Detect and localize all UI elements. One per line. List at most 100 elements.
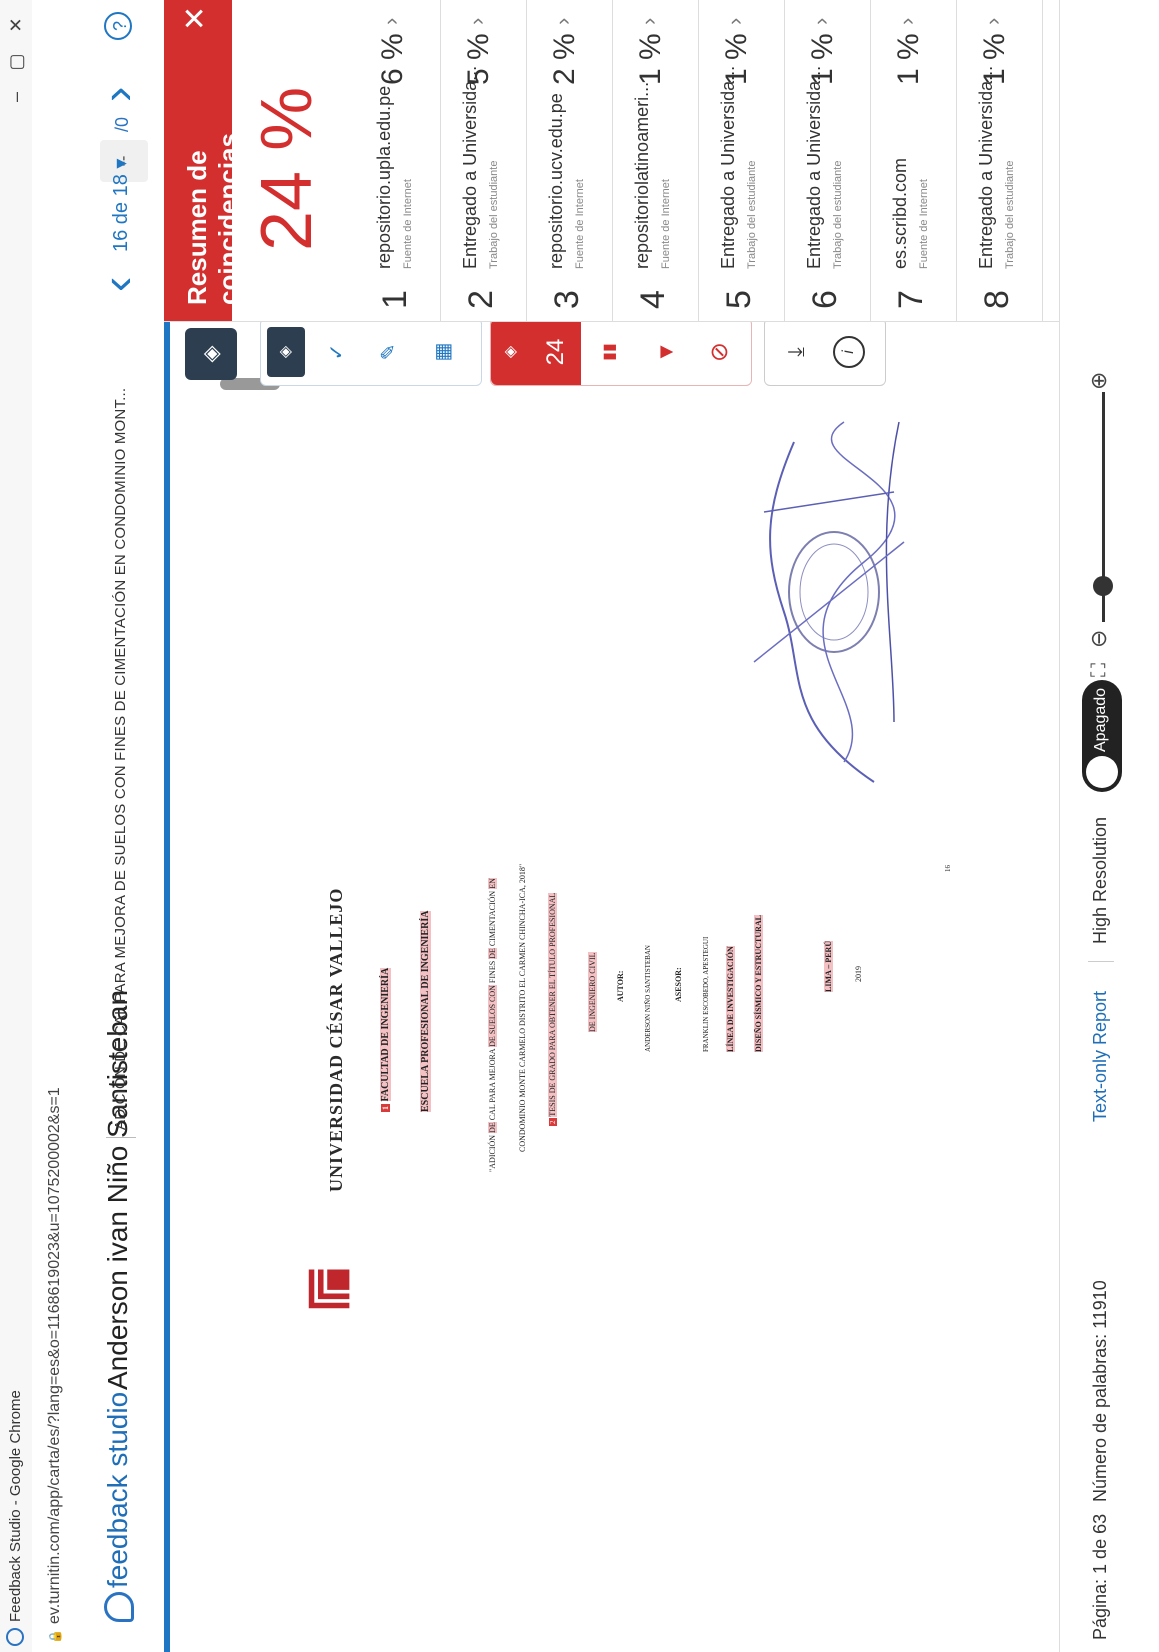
- layers-button[interactable]: ◈: [185, 328, 237, 380]
- zoom-slider-handle[interactable]: [1093, 576, 1113, 596]
- match-source-type: Fuente de Internet: [574, 179, 586, 269]
- chevron-right-icon[interactable]: ›: [808, 18, 834, 25]
- download-icon[interactable]: ⤓: [771, 319, 821, 385]
- info-icon[interactable]: i: [833, 336, 865, 368]
- edit-note-icon[interactable]: ✎: [369, 327, 409, 377]
- match-row[interactable]: 3 repositorio.ucv.edu.pe Fuente de Interne…: [532, 0, 613, 321]
- lock-icon: 🔒: [48, 1629, 62, 1644]
- match-percent: 1 %: [806, 33, 839, 85]
- title-highlight: DE: [488, 948, 497, 959]
- filter-icon[interactable]: ▼: [641, 319, 691, 385]
- match-breakdown-icon[interactable]: ▮▮: [585, 319, 635, 385]
- match-row[interactable]: 8 Entregado a Universida... Trabajo del es…: [962, 0, 1043, 321]
- match-overview-panel: Resumen de coincidencias ✕ 24 % 1 reposit…: [164, 0, 1059, 322]
- next-match-icon[interactable]: ›: [90, 87, 144, 102]
- url-text[interactable]: ev.turnitin.com/app/carta/es/?lang=es&o=…: [46, 1087, 64, 1624]
- match-source: es.scribd.com: [890, 157, 910, 269]
- advisor-name: FRANKLIN ESCOBEDO, APESTEGUI: [702, 936, 710, 1052]
- match-counter[interactable]: 16 de 18 ▾: [108, 159, 133, 252]
- brand-name: feedback studio: [102, 1391, 133, 1588]
- page-indicator: Página: 1 de 63: [1090, 1513, 1110, 1640]
- match-source: Entregado a Universida...: [976, 65, 996, 269]
- rotated-screen: Feedback Studio - Google Chrome – ▢ ✕ 🔒 …: [0, 0, 1159, 1652]
- place-line: LIMA – PERÚ: [824, 940, 833, 992]
- chevron-right-icon[interactable]: ›: [550, 18, 576, 25]
- minimize-button[interactable]: –: [2, 82, 30, 112]
- chevron-right-icon[interactable]: ›: [894, 18, 920, 25]
- match-source-type: Trabajo del estudiante: [488, 160, 500, 269]
- title-highlight: EN: [488, 878, 497, 889]
- chevron-right-icon[interactable]: ›: [722, 18, 748, 25]
- match-source-type: Trabajo del estudiante: [1004, 160, 1016, 269]
- zoom-in-icon[interactable]: ⊕: [1086, 372, 1112, 390]
- help-icon[interactable]: ?: [104, 12, 132, 40]
- fullscreen-icon[interactable]: ⛶: [1088, 663, 1111, 677]
- match-row[interactable]: 4 repositoriolatinoameri... Fuente de Inte…: [618, 0, 699, 321]
- degree-line: DE INGENIERO CIVIL: [588, 952, 597, 1032]
- match-percent: 1 %: [892, 33, 925, 85]
- match-row[interactable]: 7 es.scribd.com Fuente de Internet 1 % ›: [876, 0, 957, 321]
- high-resolution-toggle[interactable]: Apagado: [1082, 680, 1122, 792]
- grading-tool-group: ◈ ✓ ✎ ▦: [260, 318, 482, 386]
- faculty-line: 1 FACULTAD DE INGENIERÍA: [380, 967, 391, 1112]
- match-list-scroll: [342, 0, 360, 321]
- match-row[interactable]: 1 repositorio.upla.edu.pe Fuente de Intern…: [360, 0, 441, 321]
- browser-title-bar: Feedback Studio - Google Chrome – ▢ ✕: [0, 0, 33, 1652]
- toggle-knob: [1086, 756, 1118, 788]
- layer-toggle-icon[interactable]: ◈: [267, 327, 305, 377]
- match-percent: 5 %: [462, 33, 495, 85]
- thesis-text: TESIS DE GRADO PARA OBTENER EL TÍTULO PR…: [548, 892, 557, 1117]
- previous-match-icon[interactable]: ‹: [90, 277, 144, 292]
- title-text: CIMENTACIÓN: [488, 888, 497, 949]
- match-percent: 2 %: [548, 33, 581, 85]
- match-source-type: Trabajo del estudiante: [832, 160, 844, 269]
- school-name: ESCUELA PROFESIONAL DE INGENIERÍA: [420, 910, 431, 1112]
- degree-text: DE INGENIERO CIVIL: [588, 952, 597, 1032]
- match-source: Entregado a Universida...: [804, 65, 824, 269]
- rubric-grid-icon[interactable]: ▦: [423, 327, 463, 377]
- match-number: 6: [806, 290, 844, 309]
- document-viewer[interactable]: UNIVERSIDAD CÉSAR VALLEJO 1 FACULTAD DE …: [170, 390, 1060, 1652]
- title-text: CAL PARA MEJORA: [488, 1046, 497, 1123]
- text-only-report-link[interactable]: Text-only Report: [1090, 991, 1111, 1122]
- app-header: feedback studio Anderson ivan Niño Santi…: [80, 0, 170, 1652]
- header-divider: [106, 1137, 136, 1138]
- match-row[interactable]: 6 Entregado a Universida... Trabajo del es…: [790, 0, 871, 321]
- advisor-label: ASESOR:: [674, 967, 683, 1002]
- match-number: 7: [892, 290, 930, 309]
- chevron-right-icon[interactable]: ›: [636, 18, 662, 25]
- high-resolution-label: High Resolution: [1090, 816, 1110, 944]
- word-count: Número de palabras: 11910: [1090, 1280, 1110, 1502]
- panel-close-icon[interactable]: ✕: [178, 6, 213, 31]
- match-row[interactable]: 2 Entregado a Universida... Trabajo del es…: [446, 0, 527, 321]
- match-source-type: Fuente de Internet: [918, 179, 930, 269]
- document-page: UNIVERSIDAD CÉSAR VALLEJO 1 FACULTAD DE …: [184, 390, 1004, 1612]
- close-window-button[interactable]: ✕: [2, 10, 30, 40]
- similarity-tool-group: ◈ 24 ▮▮ ▼ ⊘: [490, 318, 752, 386]
- exclude-sources-icon[interactable]: ⊘: [695, 319, 745, 385]
- address-bar[interactable]: 🔒 ev.turnitin.com/app/carta/es/?lang=es&…: [32, 0, 81, 1652]
- chevron-right-icon[interactable]: ›: [980, 18, 1006, 25]
- utility-tool-group: ⤓ i: [764, 318, 886, 386]
- school-line: ESCUELA PROFESIONAL DE INGENIERÍA: [420, 910, 431, 1112]
- match-number: 5: [720, 290, 758, 309]
- panel-header: Resumen de coincidencias ✕: [164, 0, 243, 321]
- match-row[interactable]: 5 Entregado a Universida... Trabajo del es…: [704, 0, 785, 321]
- zoom-out-icon[interactable]: ⊖: [1086, 630, 1112, 648]
- document-title: ADICIÓN DE CAL PARA MEJORA DE SUELOS CON…: [112, 387, 129, 1130]
- match-source-type: Fuente de Internet: [402, 179, 414, 269]
- match-source: repositoriolatinoameri...: [632, 81, 652, 269]
- status-divider: [1088, 961, 1114, 962]
- chevron-right-icon[interactable]: ›: [378, 18, 404, 25]
- research-label: LÍNEA DE INVESTIGACIÓN: [726, 946, 735, 1052]
- grading-check-icon[interactable]: ✓: [317, 327, 357, 377]
- match-marker-2[interactable]: 2: [549, 1118, 557, 1126]
- chevron-right-icon[interactable]: ›: [464, 18, 490, 25]
- title-text: "ADICIÓN: [488, 1132, 497, 1172]
- similarity-score-button[interactable]: 24: [531, 319, 581, 385]
- total-similarity-percent: 24 %: [247, 86, 327, 251]
- maximize-button[interactable]: ▢: [2, 47, 30, 77]
- similarity-layer-icon[interactable]: ◈: [491, 319, 531, 385]
- title-highlight: DE SUELOS CON: [488, 985, 497, 1047]
- match-marker-1[interactable]: 1: [381, 1104, 390, 1112]
